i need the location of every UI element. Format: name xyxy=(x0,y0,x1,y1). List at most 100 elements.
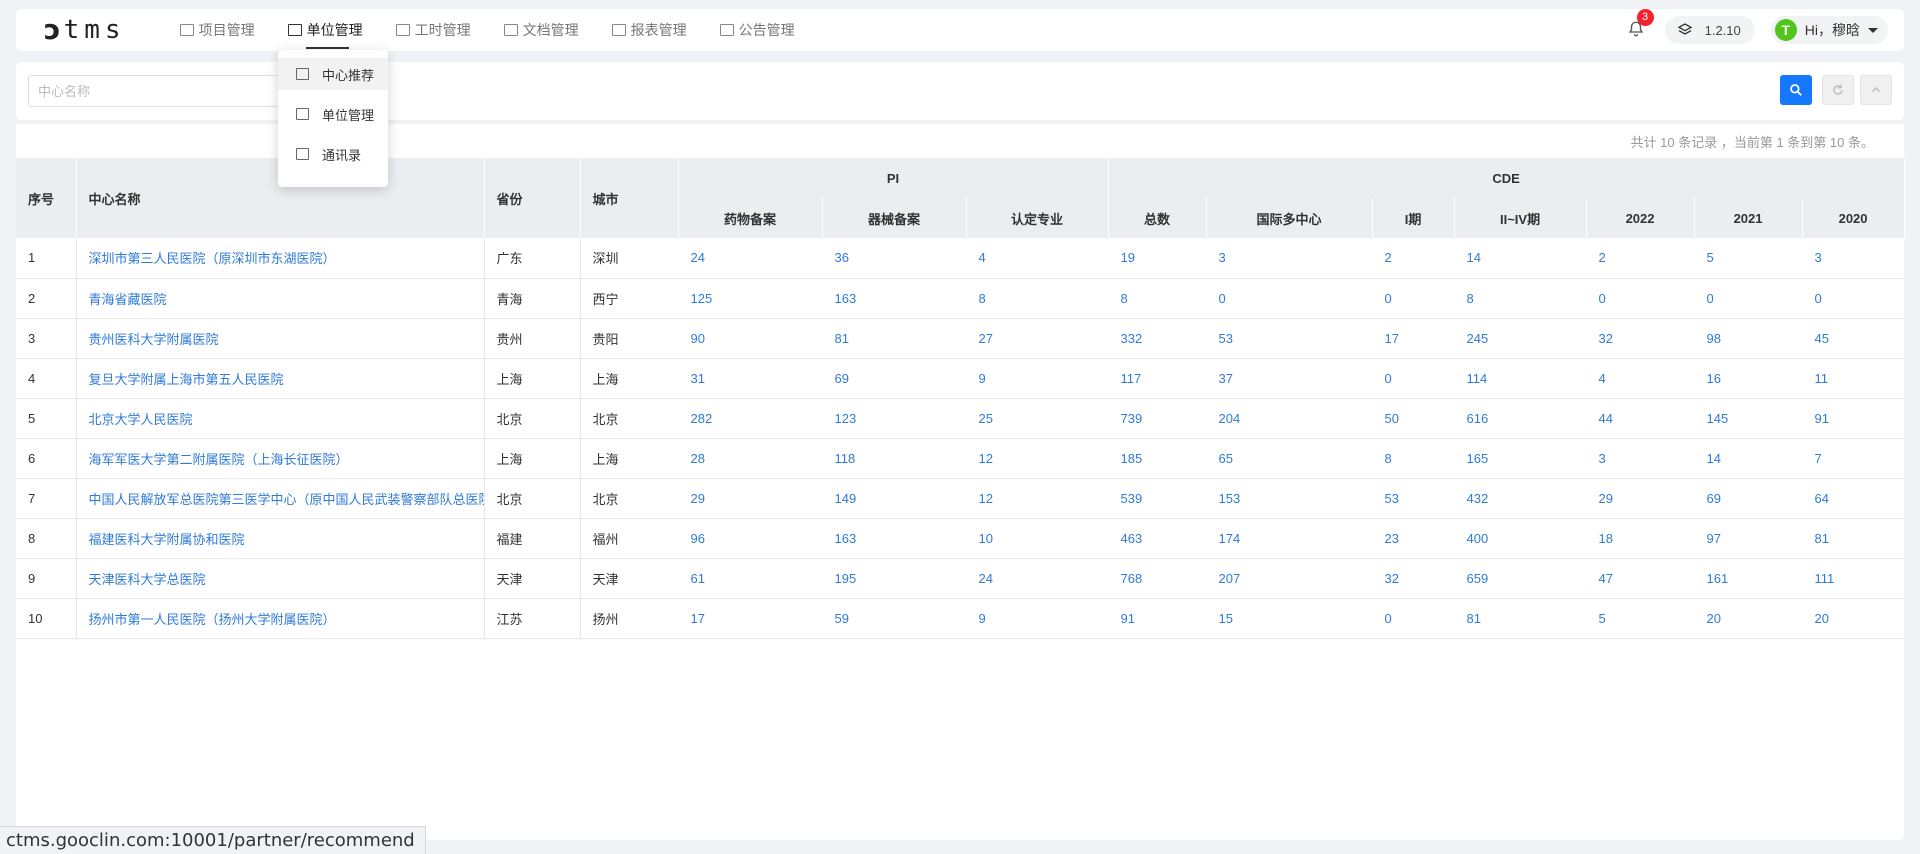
cell-count-link[interactable]: 27 xyxy=(966,318,1109,359)
dropdown-item-2[interactable]: 单位管理 xyxy=(278,98,388,130)
cell-count-link[interactable]: 145 xyxy=(1694,398,1803,439)
cell-count-link[interactable]: 14 xyxy=(1454,238,1587,279)
cell-count-link[interactable]: 44 xyxy=(1586,398,1695,439)
nav-item-1[interactable]: 项目管理 xyxy=(179,9,255,51)
cell-count-link[interactable]: 11 xyxy=(1802,358,1905,399)
cell-count-link[interactable]: 53 xyxy=(1372,478,1455,519)
nav-item-6[interactable]: 公告管理 xyxy=(719,9,795,51)
cell-count-link[interactable]: 659 xyxy=(1454,558,1587,599)
cell-count-link[interactable]: 20 xyxy=(1694,598,1803,639)
logo[interactable]: ↄ tms xyxy=(44,9,126,51)
cell-count-link[interactable]: 0 xyxy=(1694,278,1803,319)
cell-count-link[interactable]: 161 xyxy=(1694,558,1803,599)
cell-count-link[interactable]: 45 xyxy=(1802,318,1905,359)
cell-count-link[interactable]: 98 xyxy=(1694,318,1803,359)
cell-count-link[interactable]: 174 xyxy=(1206,518,1373,559)
cell-count-link[interactable]: 153 xyxy=(1206,478,1373,519)
dropdown-item-3[interactable]: 通讯录 xyxy=(278,138,388,170)
cell-count-link[interactable]: 4 xyxy=(1586,358,1695,399)
cell-count-link[interactable]: 463 xyxy=(1108,518,1207,559)
cell-center-name-link[interactable]: 青海省藏医院 xyxy=(76,278,485,319)
cell-count-link[interactable]: 59 xyxy=(822,598,966,639)
cell-center-name-link[interactable]: 深圳市第三人民医院（原深圳市东湖医院） xyxy=(76,238,485,279)
cell-count-link[interactable]: 539 xyxy=(1108,478,1207,519)
cell-count-link[interactable]: 8 xyxy=(966,278,1109,319)
cell-count-link[interactable]: 9 xyxy=(966,358,1109,399)
cell-count-link[interactable]: 0 xyxy=(1586,278,1695,319)
cell-count-link[interactable]: 17 xyxy=(1372,318,1455,359)
cell-count-link[interactable]: 125 xyxy=(678,278,822,319)
cell-count-link[interactable]: 4 xyxy=(966,238,1109,279)
cell-count-link[interactable]: 616 xyxy=(1454,398,1587,439)
cell-count-link[interactable]: 118 xyxy=(822,438,966,479)
cell-count-link[interactable]: 165 xyxy=(1454,438,1587,479)
cell-count-link[interactable]: 29 xyxy=(678,478,822,519)
cell-count-link[interactable]: 14 xyxy=(1694,438,1803,479)
cell-count-link[interactable]: 20 xyxy=(1802,598,1905,639)
cell-count-link[interactable]: 432 xyxy=(1454,478,1587,519)
cell-count-link[interactable]: 282 xyxy=(678,398,822,439)
cell-count-link[interactable]: 2 xyxy=(1586,238,1695,279)
cell-count-link[interactable]: 32 xyxy=(1372,558,1455,599)
cell-count-link[interactable]: 64 xyxy=(1802,478,1905,519)
cell-count-link[interactable]: 8 xyxy=(1108,278,1207,319)
dropdown-item-1[interactable]: 中心推荐 xyxy=(278,58,388,90)
cell-count-link[interactable]: 204 xyxy=(1206,398,1373,439)
cell-count-link[interactable]: 3 xyxy=(1802,238,1905,279)
cell-count-link[interactable]: 185 xyxy=(1108,438,1207,479)
cell-count-link[interactable]: 61 xyxy=(678,558,822,599)
cell-count-link[interactable]: 91 xyxy=(1108,598,1207,639)
cell-count-link[interactable]: 5 xyxy=(1694,238,1803,279)
cell-count-link[interactable]: 0 xyxy=(1372,358,1455,399)
cell-count-link[interactable]: 96 xyxy=(678,518,822,559)
version-pill[interactable]: 1.2.10 xyxy=(1664,16,1755,44)
cell-count-link[interactable]: 245 xyxy=(1454,318,1587,359)
cell-count-link[interactable]: 90 xyxy=(678,318,822,359)
cell-count-link[interactable]: 114 xyxy=(1454,358,1587,399)
cell-center-name-link[interactable]: 中国人民解放军总医院第三医学中心（原中国人民武装警察部队总医院） xyxy=(76,478,485,519)
cell-count-link[interactable]: 81 xyxy=(1802,518,1905,559)
cell-count-link[interactable]: 69 xyxy=(822,358,966,399)
cell-count-link[interactable]: 50 xyxy=(1372,398,1455,439)
cell-count-link[interactable]: 18 xyxy=(1586,518,1695,559)
cell-count-link[interactable]: 25 xyxy=(966,398,1109,439)
reset-button[interactable] xyxy=(1822,75,1854,105)
cell-count-link[interactable]: 0 xyxy=(1802,278,1905,319)
cell-count-link[interactable]: 81 xyxy=(822,318,966,359)
search-button[interactable] xyxy=(1780,75,1812,105)
cell-count-link[interactable]: 19 xyxy=(1108,238,1207,279)
cell-center-name-link[interactable]: 复旦大学附属上海市第五人民医院 xyxy=(76,358,485,399)
center-name-input[interactable] xyxy=(28,75,298,107)
cell-count-link[interactable]: 739 xyxy=(1108,398,1207,439)
cell-count-link[interactable]: 23 xyxy=(1372,518,1455,559)
cell-count-link[interactable]: 97 xyxy=(1694,518,1803,559)
cell-count-link[interactable]: 12 xyxy=(966,478,1109,519)
cell-center-name-link[interactable]: 北京大学人民医院 xyxy=(76,398,485,439)
cell-count-link[interactable]: 0 xyxy=(1372,278,1455,319)
cell-count-link[interactable]: 207 xyxy=(1206,558,1373,599)
cell-count-link[interactable]: 0 xyxy=(1206,278,1373,319)
cell-count-link[interactable]: 81 xyxy=(1454,598,1587,639)
cell-count-link[interactable]: 10 xyxy=(966,518,1109,559)
cell-count-link[interactable]: 400 xyxy=(1454,518,1587,559)
cell-count-link[interactable]: 5 xyxy=(1586,598,1695,639)
nav-item-5[interactable]: 报表管理 xyxy=(611,9,687,51)
cell-count-link[interactable]: 15 xyxy=(1206,598,1373,639)
cell-count-link[interactable]: 149 xyxy=(822,478,966,519)
cell-count-link[interactable]: 36 xyxy=(822,238,966,279)
user-menu[interactable]: T Hi，穆晗 xyxy=(1770,16,1888,44)
cell-center-name-link[interactable]: 天津医科大学总医院 xyxy=(76,558,485,599)
cell-count-link[interactable]: 2 xyxy=(1372,238,1455,279)
cell-count-link[interactable]: 3 xyxy=(1586,438,1695,479)
cell-count-link[interactable]: 117 xyxy=(1108,358,1207,399)
cell-count-link[interactable]: 8 xyxy=(1372,438,1455,479)
cell-count-link[interactable]: 195 xyxy=(822,558,966,599)
cell-count-link[interactable]: 111 xyxy=(1802,558,1905,599)
cell-count-link[interactable]: 768 xyxy=(1108,558,1207,599)
cell-count-link[interactable]: 123 xyxy=(822,398,966,439)
cell-count-link[interactable]: 3 xyxy=(1206,238,1373,279)
cell-center-name-link[interactable]: 贵州医科大学附属医院 xyxy=(76,318,485,359)
cell-count-link[interactable]: 47 xyxy=(1586,558,1695,599)
cell-count-link[interactable]: 32 xyxy=(1586,318,1695,359)
cell-count-link[interactable]: 17 xyxy=(678,598,822,639)
